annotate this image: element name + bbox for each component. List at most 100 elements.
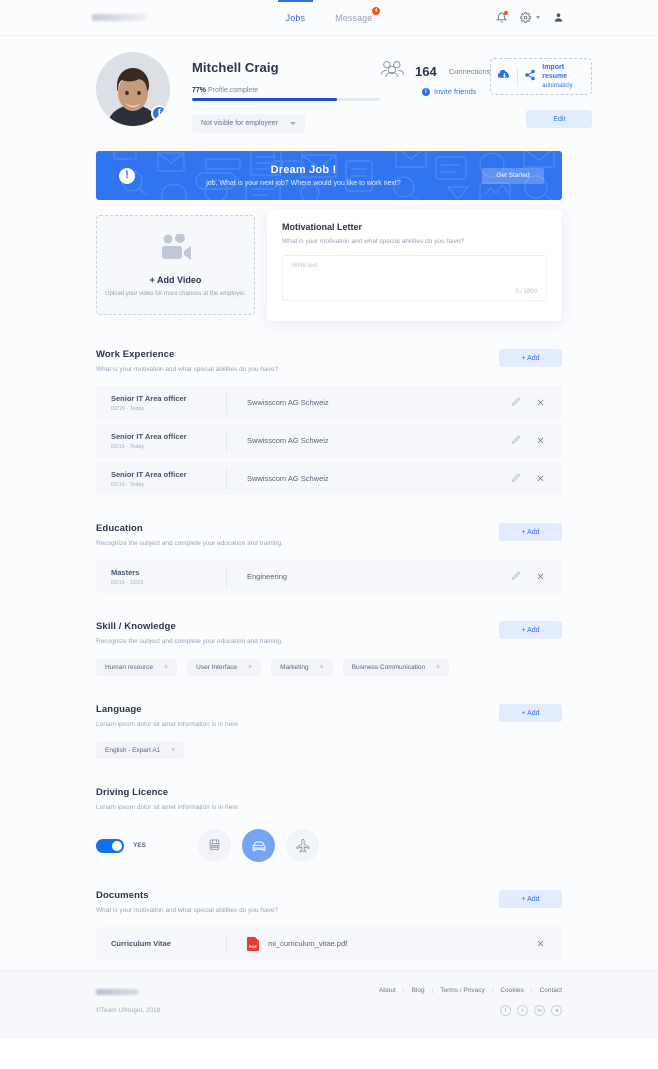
row-value: Swwisscom AG Schweiz <box>247 436 329 445</box>
footer-link[interactable]: About <box>379 987 396 994</box>
tag-chip: Marketing × <box>271 659 333 676</box>
visibility-select[interactable]: Not visible for employeer <box>192 114 306 133</box>
motivational-letter-subtitle: What is your motivation and what special… <box>282 238 465 245</box>
info-icon: i <box>422 87 430 96</box>
profile-avatar[interactable]: f <box>96 52 170 126</box>
table-row: Masters 02/16 - 12/15 Engineering <box>96 560 562 593</box>
motivational-letter-title: Motivational Letter <box>282 222 363 232</box>
dream-job-banner: ! Dream Job ! job, What is your next job… <box>96 151 562 200</box>
footer-logo[interactable] <box>96 989 138 995</box>
driving-licence-toggle[interactable] <box>96 838 124 853</box>
message-badge: 4 <box>372 7 381 15</box>
get-started-button[interactable]: Get Started <box>482 167 544 184</box>
row-actions <box>511 470 562 488</box>
video-camera-icon <box>159 232 192 265</box>
profile-actions: Import resume automaticly Edit <box>490 52 593 128</box>
education-subtitle: Recognize the subject and complete your … <box>96 540 283 547</box>
add-video-dropzone[interactable]: + Add Video Upload your video for more c… <box>96 215 255 315</box>
remove-tag-icon[interactable]: × <box>436 664 440 671</box>
footer-link[interactable]: Cookies <box>500 987 523 994</box>
remove-tag-icon[interactable]: × <box>164 664 168 671</box>
profile-completion-percent: 77% <box>192 87 207 94</box>
footer-link[interactable]: Terms / Privacy <box>440 987 484 994</box>
car-icon-button[interactable] <box>242 829 276 862</box>
bell-icon[interactable] <box>496 11 508 23</box>
linkedin-icon[interactable]: in <box>534 1005 545 1016</box>
row-actions <box>511 432 562 450</box>
row-value: Swwisscom AG Schweiz <box>247 474 329 483</box>
document-file[interactable]: PDF mi_curriculum_vitae.pdf <box>227 936 536 951</box>
row-actions <box>511 394 562 412</box>
close-icon[interactable] <box>536 394 545 412</box>
pdf-icon: PDF <box>247 936 259 951</box>
tab-jobs[interactable]: Jobs <box>277 0 314 35</box>
avatar-icon[interactable] <box>553 12 564 23</box>
documents-subtitle: What is your motivation and what special… <box>96 907 279 914</box>
education-list: Masters 02/16 - 12/15 Engineering <box>96 560 562 593</box>
video-letter-row: + Add Video Upload your video for more c… <box>96 209 562 321</box>
driving-licence-title: Driving Licence <box>96 787 169 798</box>
facebook-icon[interactable]: f <box>500 1005 511 1016</box>
footer-link[interactable]: Blog <box>412 987 425 994</box>
connections-count: 164 <box>415 63 437 79</box>
divider: | <box>530 987 533 994</box>
edit-profile-button[interactable]: Edit <box>526 110 593 128</box>
remove-tag-icon[interactable]: × <box>320 664 324 671</box>
add-work-experience-button[interactable]: + Add <box>499 349 562 367</box>
bus-icon-button[interactable] <box>198 829 232 862</box>
add-document-button[interactable]: + Add <box>499 890 562 908</box>
add-language-button[interactable]: + Add <box>499 704 562 722</box>
row-actions <box>511 568 562 586</box>
import-resume-button[interactable]: Import resume automaticly <box>490 58 593 95</box>
work-experience-title: Work Experience <box>96 349 175 360</box>
tab-message[interactable]: Message 4 <box>335 0 381 35</box>
remove-tag-icon[interactable]: × <box>171 747 175 754</box>
invite-friends-link[interactable]: i Invite friends <box>422 87 490 96</box>
close-icon[interactable] <box>536 568 545 586</box>
gear-icon[interactable] <box>520 12 531 23</box>
edit-icon[interactable] <box>511 568 521 586</box>
row-title: Masters <box>111 567 140 577</box>
telegram-icon[interactable]: ◂ <box>551 1005 562 1016</box>
nav-tabs: Jobs Message 4 <box>277 0 381 35</box>
table-row: Senior IT Area officer 02/16 - Today Swwis… <box>96 424 562 457</box>
plane-icon-button[interactable] <box>286 829 320 862</box>
motivational-letter-textarea[interactable]: Write text 0 / 1800 <box>282 255 547 301</box>
profile-completion-label: Profile complete <box>207 87 259 94</box>
tag-label: Business Communication <box>351 664 426 671</box>
facebook-badge[interactable]: f <box>151 105 168 122</box>
close-icon[interactable] <box>536 935 545 953</box>
remove-tag-icon[interactable]: × <box>248 664 252 671</box>
divider <box>517 67 519 86</box>
character-counter: 0 / 1800 <box>515 289 537 295</box>
row-title: Senior IT Area officer <box>111 393 187 403</box>
share-icon <box>524 68 536 86</box>
chevron-down-icon[interactable] <box>536 16 540 19</box>
language-tag-list: English - Expart A1 × <box>96 742 562 759</box>
close-icon[interactable] <box>536 470 545 488</box>
row-date: 02/16 - Today <box>111 481 145 488</box>
edit-icon[interactable] <box>511 432 521 450</box>
edit-icon[interactable] <box>511 470 521 488</box>
nav-actions <box>496 11 564 23</box>
connections-icon <box>380 60 406 82</box>
add-skill-button[interactable]: + Add <box>499 621 562 639</box>
language-subtitle: Loriam ipsom dolor sit amet information … <box>96 721 238 728</box>
twitter-icon[interactable]: t <box>517 1005 528 1016</box>
close-icon[interactable] <box>536 432 545 450</box>
driving-licence-toggle-label: YES <box>133 842 147 849</box>
add-education-button[interactable]: + Add <box>499 523 562 541</box>
footer-link[interactable]: Contact <box>540 987 562 994</box>
skill-subtitle: Recognize the subject and complete your … <box>96 638 283 645</box>
row-primary: Masters 02/16 - 12/15 <box>111 568 226 586</box>
row-value: Engineering <box>247 572 288 581</box>
tag-label: English - Expart A1 <box>105 747 161 754</box>
edit-icon[interactable] <box>511 394 521 412</box>
document-row: Curriculum Vitae PDF mi_curriculum_vitae.p… <box>96 927 562 960</box>
site-logo[interactable] <box>92 14 146 21</box>
add-video-hint: Upload your video for more chances at th… <box>105 290 246 297</box>
tag-label: Marketing <box>280 664 309 671</box>
import-resume-title: Import resume <box>542 64 568 81</box>
driving-licence-subtitle: Loriam ipsom dolor sit amet information … <box>96 804 238 811</box>
language-section: Language Loriam ipsom dolor sit amet inf… <box>96 704 562 759</box>
